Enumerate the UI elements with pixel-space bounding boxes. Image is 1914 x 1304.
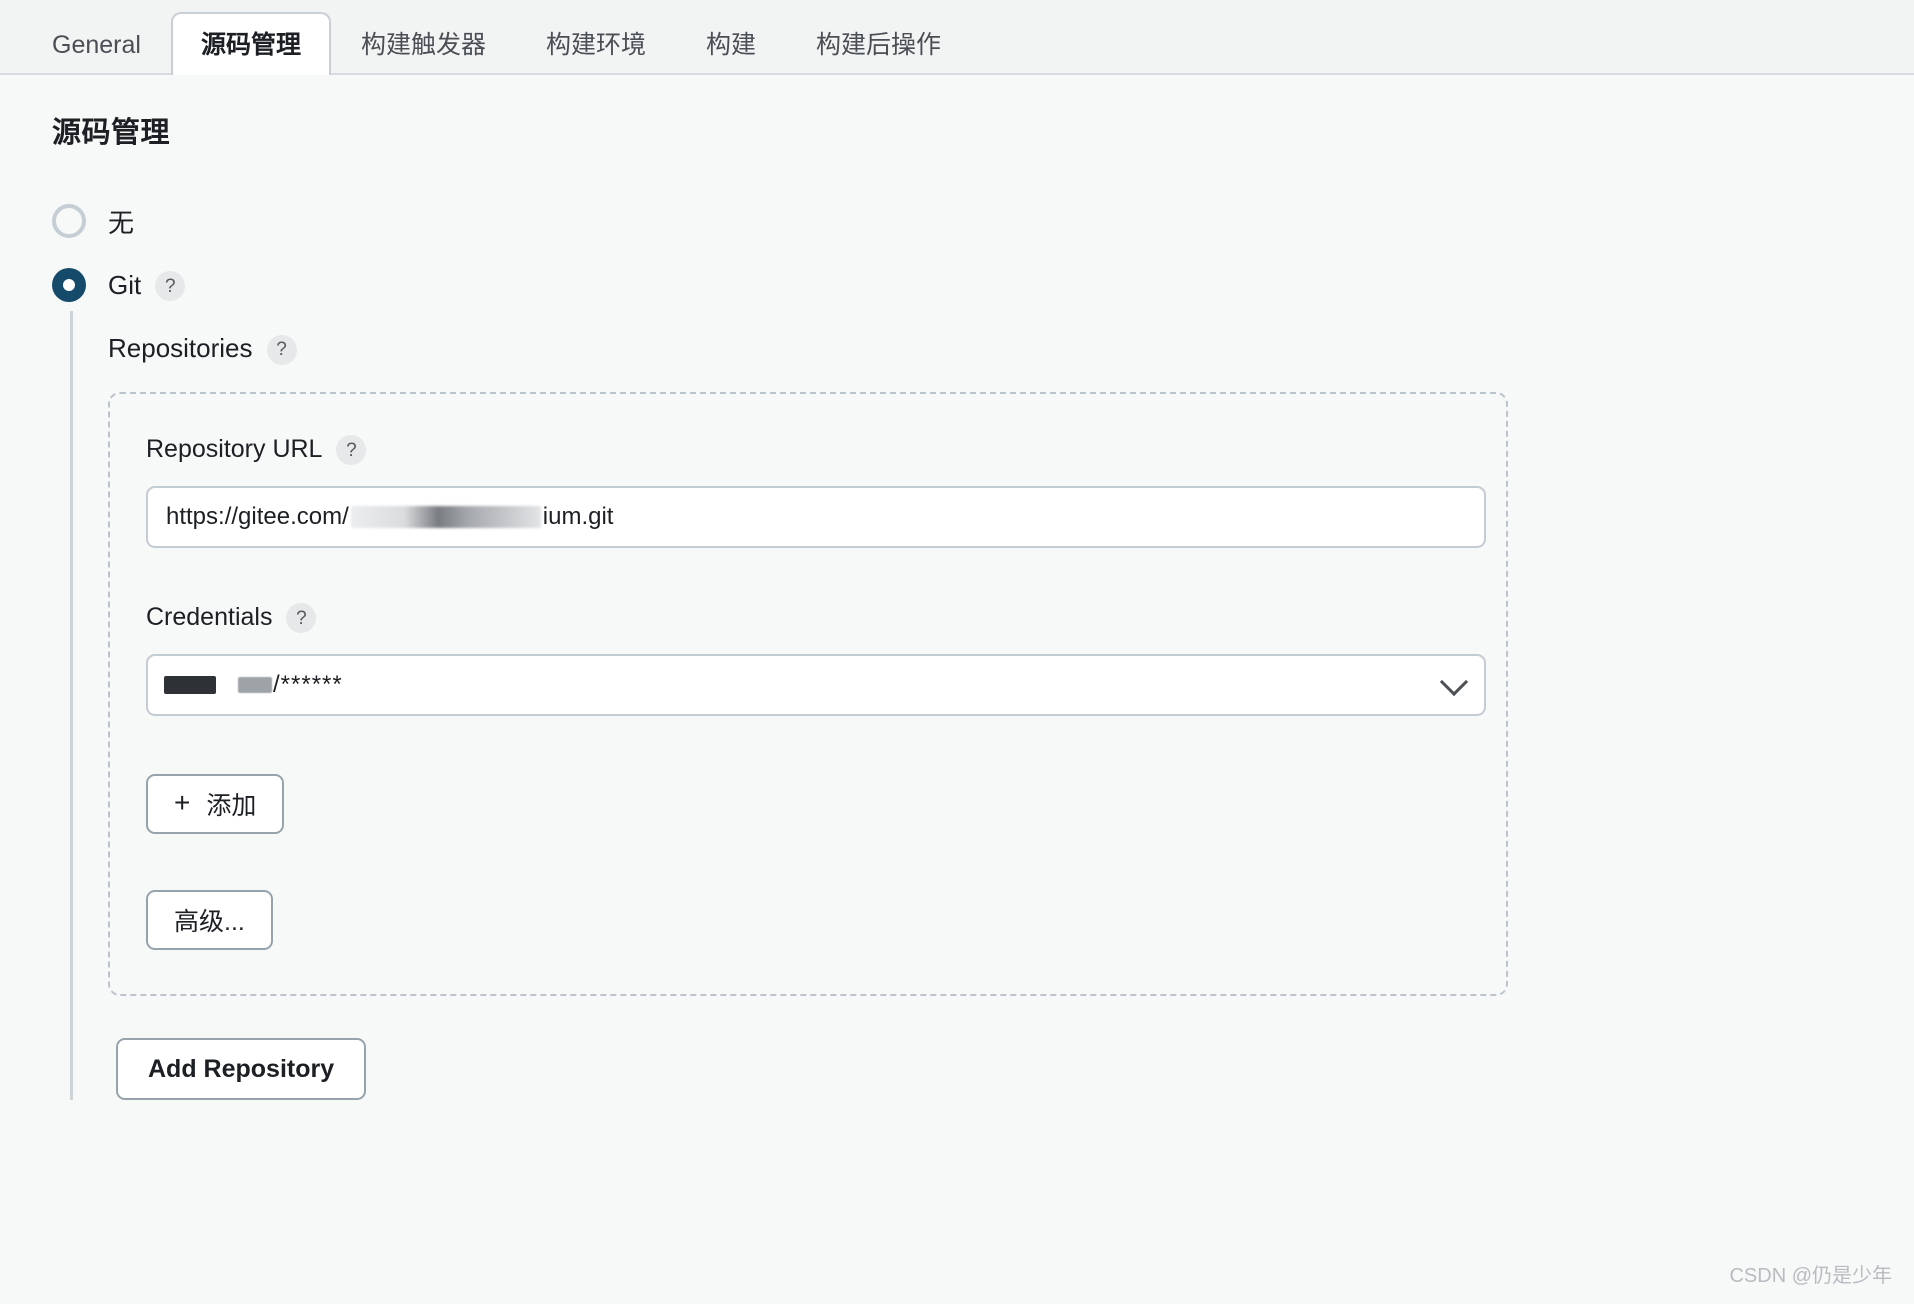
credentials-redaction-secondary — [238, 677, 272, 693]
advanced-button[interactable]: 高级... — [146, 890, 273, 950]
help-icon-credentials[interactable]: ? — [286, 603, 317, 633]
tab-build[interactable]: 构建 — [676, 12, 786, 75]
repository-url-redaction — [350, 506, 541, 528]
credentials-value: /****** — [273, 671, 343, 698]
radio-git-label: Git — [108, 269, 142, 300]
plus-icon: + — [174, 787, 191, 818]
repositories-label-text: Repositories — [108, 333, 253, 363]
credentials-label-text: Credentials — [146, 602, 273, 631]
watermark: CSDN @仍是少年 — [1729, 1265, 1892, 1287]
radio-none[interactable] — [52, 204, 86, 238]
tab-build-triggers[interactable]: 构建触发器 — [331, 12, 516, 75]
repositories-section-label: Repositories ? — [108, 333, 1914, 365]
repository-url-label: Repository URL ? — [146, 434, 1470, 465]
credentials-label: Credentials ? — [146, 602, 1470, 633]
credentials-select-wrap: /****** — [146, 654, 1486, 716]
tab-general[interactable]: General — [22, 12, 171, 75]
tab-build-environment[interactable]: 构建环境 — [516, 12, 676, 75]
git-config-block: Repositories ? Repository URL ? https://… — [70, 311, 1914, 1100]
scm-option-none[interactable]: 无 — [52, 195, 1914, 247]
scm-option-git[interactable]: Git ? — [52, 259, 1914, 311]
credentials-select[interactable]: /****** — [146, 654, 1486, 716]
repository-url-label-text: Repository URL — [146, 434, 323, 463]
repository-url-suffix: ium.git — [542, 503, 614, 530]
scm-config-page: 源码管理 无 Git ? Repositories ? Repository U… — [0, 75, 1914, 1302]
repository-url-input[interactable]: https://gitee.com/ium.git — [146, 486, 1486, 548]
repository-url-prefix: https://gitee.com/ — [166, 503, 349, 530]
tab-post-build[interactable]: 构建后操作 — [786, 12, 971, 75]
repository-panel: Repository URL ? https://gitee.com/ium.g… — [108, 392, 1508, 996]
config-tab-bar: General 源码管理 构建触发器 构建环境 构建 构建后操作 — [0, 0, 1914, 75]
add-credentials-label: 添加 — [206, 792, 257, 820]
page-title: 源码管理 — [52, 117, 171, 149]
help-icon-repository-url[interactable]: ? — [336, 435, 367, 465]
radio-none-label: 无 — [108, 207, 135, 238]
add-credentials-button[interactable]: + 添加 — [146, 774, 285, 834]
add-repository-button[interactable]: Add Repository — [116, 1038, 367, 1100]
help-icon-git[interactable]: ? — [155, 271, 186, 301]
radio-git[interactable] — [52, 268, 86, 302]
credentials-redaction-primary — [164, 676, 216, 694]
tab-scm[interactable]: 源码管理 — [170, 12, 331, 75]
help-icon-repositories[interactable]: ? — [266, 334, 297, 365]
